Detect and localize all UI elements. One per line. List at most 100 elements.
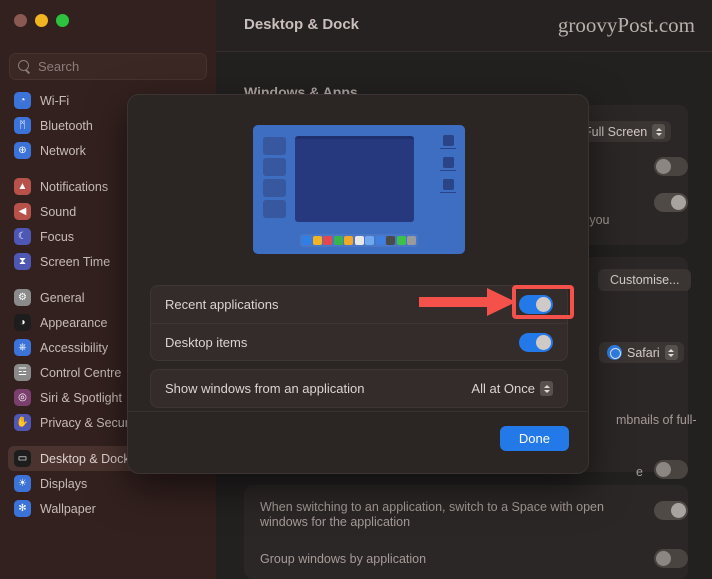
sidebar-item-label: Desktop & Dock — [40, 451, 130, 466]
sidebar-item-displays[interactable]: ☀ Displays — [8, 471, 208, 496]
desktop-dock-sheet: Recent applications Desktop items Show w… — [127, 94, 589, 474]
row-recent-applications: Recent applications — [151, 286, 567, 323]
moon-icon: ☾ — [14, 228, 31, 245]
background-row-full-screen: Full Screen — [576, 121, 672, 142]
background-toggle-b[interactable] — [654, 193, 688, 212]
background-toggle-a[interactable] — [654, 157, 688, 176]
close-button[interactable] — [14, 14, 27, 27]
background-row-safari: Safari — [599, 342, 684, 363]
illustration-dock-icon-6 — [365, 236, 374, 245]
row-desktop-items: Desktop items — [151, 323, 567, 360]
network-icon: ⊕ — [14, 142, 31, 159]
sidebar-item-label: Notifications — [40, 179, 109, 194]
background-row-thumbnails: mbnails of full- — [616, 413, 697, 428]
illustration-main-window — [295, 136, 414, 222]
illustration-dock-icon-0 — [302, 236, 311, 245]
chevron-updown-icon — [652, 124, 666, 139]
page-title: Desktop & Dock — [244, 16, 360, 33]
sidebar-item-label: Focus — [40, 229, 75, 244]
background-row-group-windows: Group windows by application — [260, 552, 426, 567]
recent-applications-toggle[interactable] — [519, 295, 553, 314]
sidebar-item-label: General — [40, 290, 85, 305]
show-windows-label: Show windows from an application — [165, 381, 365, 396]
background-row-partial: e — [636, 465, 643, 480]
full-screen-popup[interactable]: Full Screen — [576, 121, 672, 142]
illustration-dock-icon-2 — [323, 236, 332, 245]
row-show-windows: Show windows from an application All at … — [151, 370, 567, 407]
background-row-toggle-space — [654, 501, 688, 520]
group-windows-text: Group windows by application — [260, 552, 427, 566]
contrast-icon: ◑ — [14, 314, 31, 331]
safari-label: Safari — [627, 345, 660, 360]
sheet-footer: Done — [128, 411, 588, 473]
full-screen-value: Full Screen — [584, 124, 648, 139]
group-windows-toggle[interactable] — [654, 549, 688, 568]
illustration-left-stack — [263, 137, 286, 221]
background-row-toggle-c — [654, 460, 688, 479]
illustration-dock-icon-8 — [386, 236, 395, 245]
sidebar-item-label: Network — [40, 143, 86, 158]
search-input[interactable] — [38, 59, 214, 74]
screenshot-root: Desktop & Dock groovyPost.com Windows & … — [0, 0, 712, 579]
accessibility-icon: ⎈ — [14, 339, 31, 356]
safari-icon — [607, 345, 622, 360]
illustration-dock-icon-9 — [396, 236, 406, 245]
illustration-widgets — [440, 135, 457, 201]
background-row-customise: Customise... — [598, 269, 692, 291]
window-controls — [14, 14, 69, 27]
sidebar-item-label: Appearance — [40, 315, 108, 330]
desktop-items-toggle[interactable] — [519, 332, 553, 352]
sliders-icon: ☲ — [14, 364, 31, 381]
recent-applications-label: Recent applications — [165, 297, 279, 312]
illustration-dock-icon-5 — [354, 236, 364, 245]
switch-space-text: When switching to an application, switch… — [260, 500, 604, 529]
desktop-icon: ▭ — [14, 450, 31, 467]
desktop-items-label: Desktop items — [165, 334, 248, 350]
show-windows-popup[interactable]: All at Once — [471, 381, 553, 396]
search-field[interactable] — [9, 53, 214, 80]
hand-icon: ✋ — [14, 414, 31, 431]
sidebar-item-label: Control Centre — [40, 365, 122, 380]
illustration-dock — [300, 234, 418, 247]
safari-popup[interactable]: Safari — [599, 342, 684, 363]
done-button[interactable]: Done — [499, 426, 569, 451]
illustration-dock-icon-3 — [333, 236, 343, 245]
thumbnails-text: mbnails of full- — [616, 413, 697, 427]
sidebar-item-label: Siri & Spotlight — [40, 390, 122, 405]
sidebar-item-label: Displays — [40, 476, 88, 491]
desktop-preview-illustration — [253, 125, 465, 254]
speaker-icon: ◀ — [14, 203, 31, 220]
illustration-dock-icon-10 — [407, 236, 416, 245]
sidebar-item-label: Sound — [40, 204, 77, 219]
site-watermark: groovyPost.com — [557, 13, 695, 37]
brightness-icon: ☀ — [14, 475, 31, 492]
illustration-dock-icon-1 — [312, 236, 322, 245]
minimize-button[interactable] — [35, 14, 48, 27]
sheet-popup-card: Show windows from an application All at … — [150, 369, 568, 408]
sidebar-item-label: Wallpaper — [40, 501, 96, 516]
sidebar-item-label: Bluetooth — [40, 118, 93, 133]
sidebar-item-label: Screen Time — [40, 254, 111, 269]
bluetooth-icon: ᛗ — [14, 117, 31, 134]
sidebar-item-wallpaper[interactable]: ✻ Wallpaper — [8, 496, 208, 521]
background-row-toggle-a — [654, 157, 688, 176]
illustration-dock-icon-7 — [375, 236, 385, 245]
search-icon — [18, 60, 31, 73]
illustration-dock-icon-4 — [344, 236, 353, 245]
customise-button[interactable]: Customise... — [598, 269, 692, 291]
wallpaper-icon: ✻ — [14, 500, 31, 517]
sidebar-item-label: Wi-Fi — [40, 93, 70, 108]
chevron-updown-icon — [664, 345, 678, 360]
zoom-button[interactable] — [56, 14, 69, 27]
bell-icon: ▲ — [14, 178, 31, 195]
gear-icon: ⚙ — [14, 289, 31, 306]
background-toggle-c[interactable] — [654, 460, 688, 479]
siri-icon: ◎ — [14, 389, 31, 406]
hourglass-icon: ⧗ — [14, 253, 31, 270]
background-row-switch-space: When switching to an application, switch… — [260, 500, 648, 530]
partial-label: e — [636, 465, 643, 479]
sheet-toggles-card: Recent applications Desktop items — [150, 285, 568, 361]
main-header: Desktop & Dock groovyPost.com — [216, 0, 712, 52]
switch-space-toggle[interactable] — [654, 501, 688, 520]
background-row-toggle-group — [654, 549, 688, 568]
